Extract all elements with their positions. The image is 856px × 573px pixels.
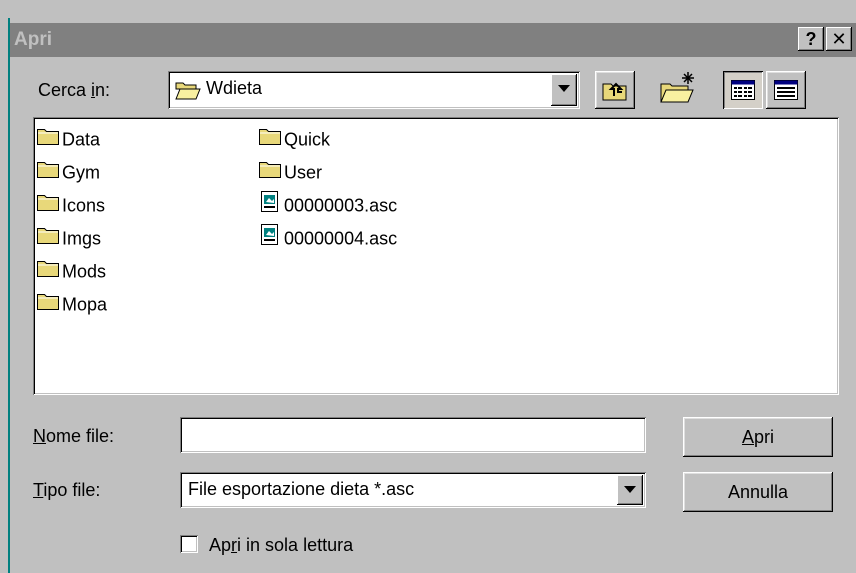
details-view-icon — [774, 80, 798, 105]
file-name: Mods — [62, 261, 107, 282]
folder-icon — [259, 159, 281, 185]
file-name: Quick — [284, 129, 331, 150]
file-name: Imgs — [62, 228, 102, 249]
asc-file-icon — [259, 224, 281, 253]
lookin-label: Cerca in: — [38, 80, 111, 100]
up-one-level-button[interactable] — [595, 71, 635, 109]
folder-item[interactable]: Imgs — [37, 224, 101, 250]
filetype-label: Tipo file: — [33, 480, 101, 500]
file-name: Icons — [62, 195, 106, 216]
title-bar[interactable]: Apri ? ✕ — [10, 23, 856, 57]
file-name: 00000003.asc — [284, 195, 398, 216]
help-button[interactable]: ? — [798, 27, 824, 51]
file-name: Data — [62, 129, 101, 150]
open-folder-icon — [175, 79, 201, 106]
folder-icon — [37, 159, 59, 185]
filename-input[interactable] — [180, 417, 646, 453]
file-name: Mopa — [62, 294, 108, 315]
filename-label: Nome file: — [33, 426, 115, 446]
filetype-value: File esportazione dieta *.asc — [188, 479, 415, 499]
lookin-value: Wdieta — [206, 78, 263, 98]
asc-file-icon — [259, 191, 281, 220]
folder-icon — [37, 291, 59, 317]
file-name: 00000004.asc — [284, 228, 398, 249]
folder-item[interactable]: Mods — [37, 257, 106, 283]
folder-item[interactable]: Mopa — [37, 290, 107, 316]
file-item[interactable]: 00000003.asc — [259, 191, 397, 217]
new-folder-icon — [657, 72, 697, 112]
lookin-dropdown-button[interactable] — [551, 74, 577, 106]
file-list[interactable]: Data Gym Icons Imgs Mods Mopa Quick User 000000… — [33, 117, 839, 395]
folder-item[interactable]: Quick — [259, 125, 330, 151]
open-button[interactable]: Apri — [683, 417, 833, 457]
folder-icon — [259, 126, 281, 152]
folder-icon — [37, 225, 59, 251]
folder-item[interactable]: Gym — [37, 158, 100, 184]
file-name: Gym — [62, 162, 100, 183]
up-one-level-icon — [602, 78, 628, 107]
lookin-combo[interactable]: Wdieta — [168, 71, 580, 109]
list-view-icon — [731, 80, 755, 105]
dialog-title: Apri — [14, 29, 52, 50]
readonly-checkbox[interactable] — [180, 535, 198, 553]
folder-item[interactable]: Data — [37, 125, 100, 151]
details-view-button[interactable] — [766, 71, 806, 109]
filetype-dropdown-button[interactable] — [617, 475, 643, 505]
readonly-label[interactable]: Apri in sola lettura — [209, 535, 353, 556]
list-view-button[interactable] — [723, 71, 763, 109]
folder-icon — [37, 126, 59, 152]
folder-item[interactable]: User — [259, 158, 322, 184]
folder-icon — [37, 192, 59, 218]
file-name: User — [284, 162, 323, 183]
folder-icon — [37, 258, 59, 284]
folder-item[interactable]: Icons — [37, 191, 105, 217]
filetype-combo[interactable]: File esportazione dieta *.asc — [180, 472, 646, 508]
file-item[interactable]: 00000004.asc — [259, 224, 397, 250]
open-dialog: Apri ? ✕ Cerca in: Wdieta Data Gym Icons… — [0, 0, 856, 573]
new-folder-button[interactable] — [657, 70, 697, 113]
dialog-left-edge — [8, 18, 10, 573]
cancel-button[interactable]: Annulla — [683, 472, 833, 512]
close-button[interactable]: ✕ — [826, 27, 852, 51]
